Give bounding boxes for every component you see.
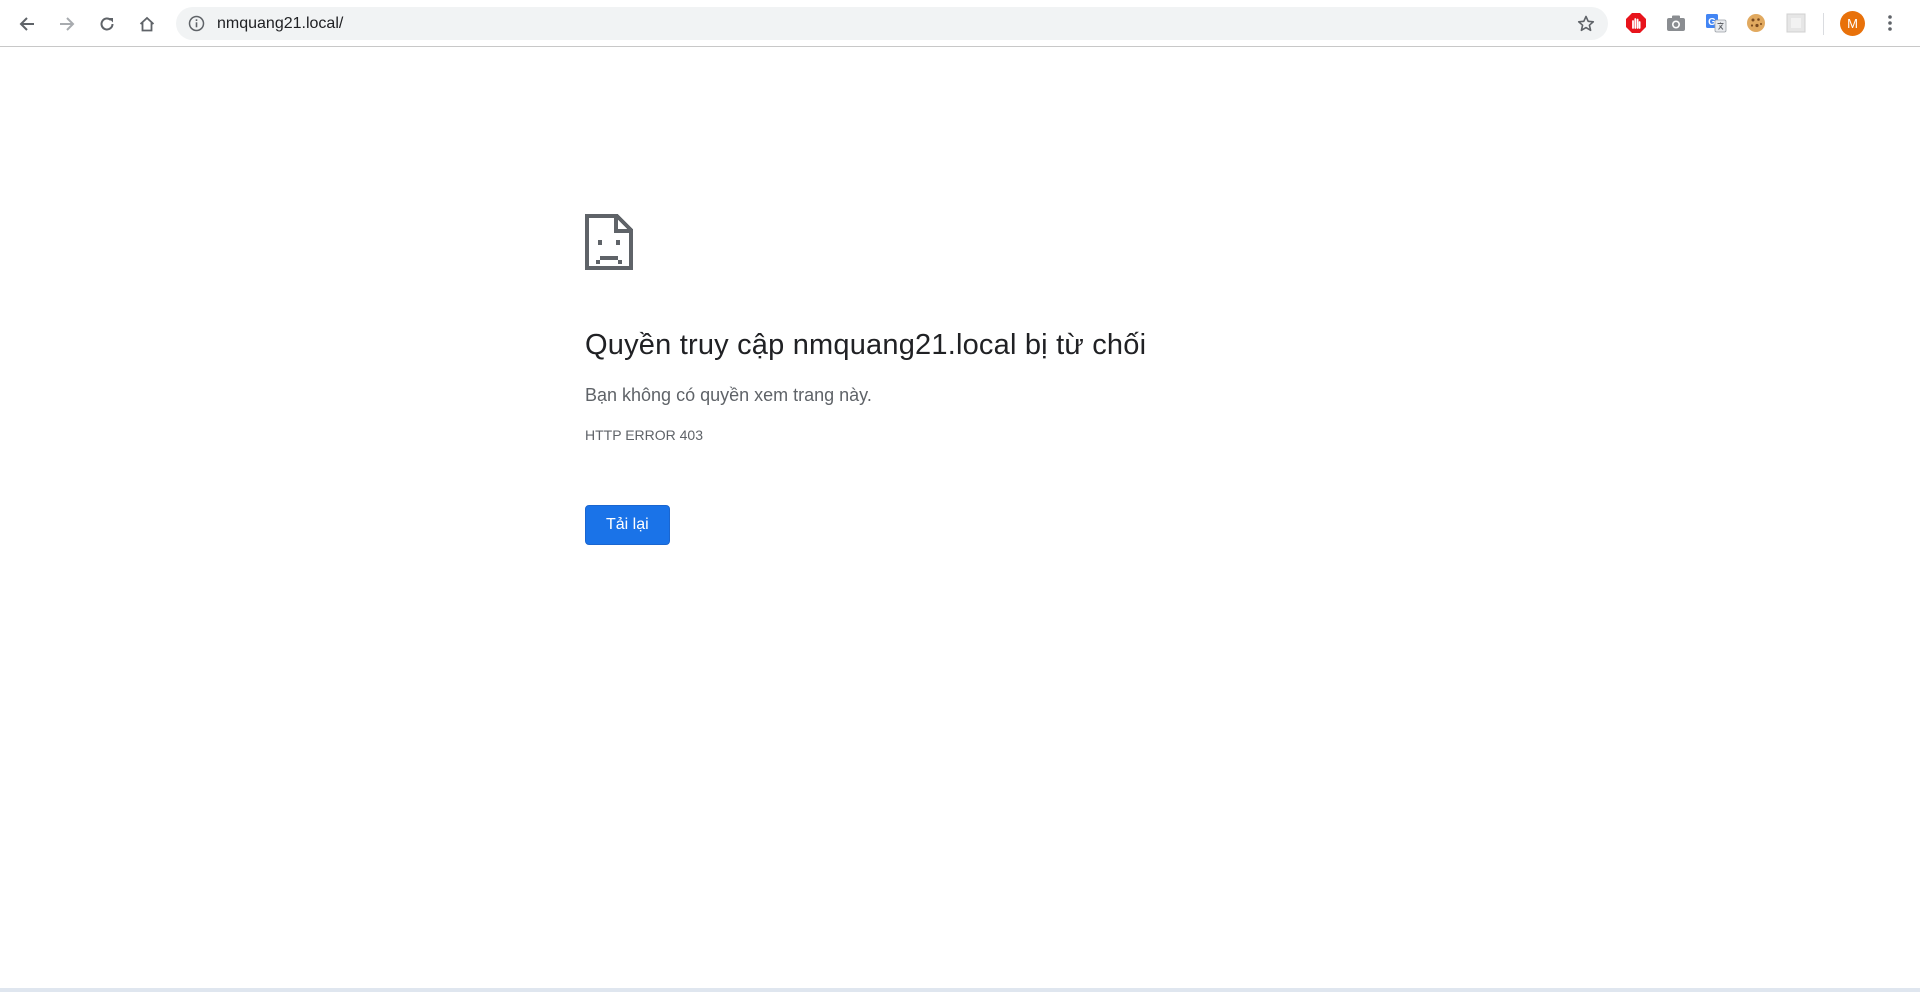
- kebab-menu-icon[interactable]: [1882, 12, 1898, 34]
- adblock-extension[interactable]: [1625, 12, 1647, 34]
- translate-extension[interactable]: G: [1705, 12, 1727, 34]
- blank-extension[interactable]: [1785, 12, 1807, 34]
- adblock-icon: [1626, 13, 1646, 33]
- camera-extension[interactable]: [1665, 12, 1687, 34]
- back-arrow-icon: [19, 17, 34, 31]
- url-text[interactable]: nmquang21.local/: [217, 15, 343, 33]
- reload-button[interactable]: [91, 8, 123, 40]
- error-page: Quyền truy cập nmquang21.local bị từ chố…: [585, 214, 1345, 545]
- star-icon[interactable]: [1576, 14, 1596, 34]
- error-code: HTTP ERROR 403: [585, 427, 703, 443]
- browser-toolbar: nmquang21.local/ G M: [0, 0, 1920, 47]
- sad-page-icon: [585, 214, 633, 270]
- window-bottom-edge: [0, 988, 1920, 992]
- back-button[interactable]: [11, 8, 43, 40]
- forward-arrow-icon: [60, 17, 75, 31]
- error-title: Quyền truy cập nmquang21.local bị từ chố…: [585, 329, 1147, 361]
- forward-button[interactable]: [51, 8, 83, 40]
- info-icon[interactable]: [188, 15, 205, 32]
- error-message: Bạn không có quyền xem trang này.: [585, 385, 872, 405]
- home-icon: [139, 16, 155, 32]
- translate-icon: G: [1706, 14, 1727, 33]
- toolbar-divider: [1823, 13, 1824, 35]
- cookie-icon: [1747, 14, 1765, 32]
- home-button[interactable]: [131, 8, 163, 40]
- profile-avatar[interactable]: M: [1840, 11, 1865, 36]
- cookie-extension[interactable]: [1745, 12, 1767, 34]
- reload-page-button[interactable]: Tải lại: [585, 505, 670, 545]
- address-bar[interactable]: nmquang21.local/: [176, 7, 1608, 40]
- blank-extension-icon: [1786, 13, 1806, 33]
- reload-icon: [100, 17, 114, 31]
- camera-icon: [1667, 15, 1685, 31]
